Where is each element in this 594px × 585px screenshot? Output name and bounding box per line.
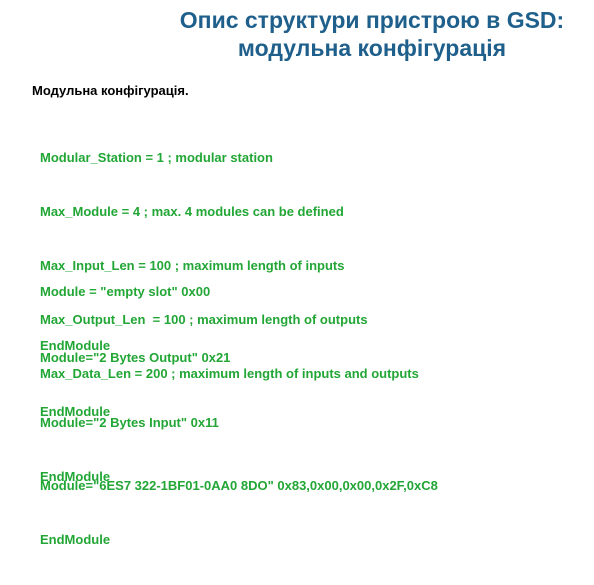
module-definition: Module = "empty slot" 0x00 xyxy=(40,284,211,299)
module-definition: Module="2 Bytes Output" 0x21 xyxy=(40,350,231,365)
title-line-2: модульна конфігурація xyxy=(237,35,507,61)
param-modular-station: Modular_Station = 1 ; modular station xyxy=(40,150,273,165)
title-line-1: Опис структури пристрою в GSD: xyxy=(179,7,565,33)
section-subtitle: Модульна конфігурація. xyxy=(32,83,189,98)
module-end: EndModule xyxy=(40,532,111,547)
slide-title: Опис структури пристрою в GSD: модульна … xyxy=(150,6,594,62)
slide: Опис структури пристрою в GSD: модульна … xyxy=(0,0,594,547)
param-max-module: Max_Module = 4 ; max. 4 modules can be d… xyxy=(40,204,344,219)
module-block-8do: Module="6ES7 322-1BF01-0AA0 8DO" 0x83,0x… xyxy=(40,441,438,585)
module-definition: Module="2 Bytes Input" 0x11 xyxy=(40,415,219,430)
